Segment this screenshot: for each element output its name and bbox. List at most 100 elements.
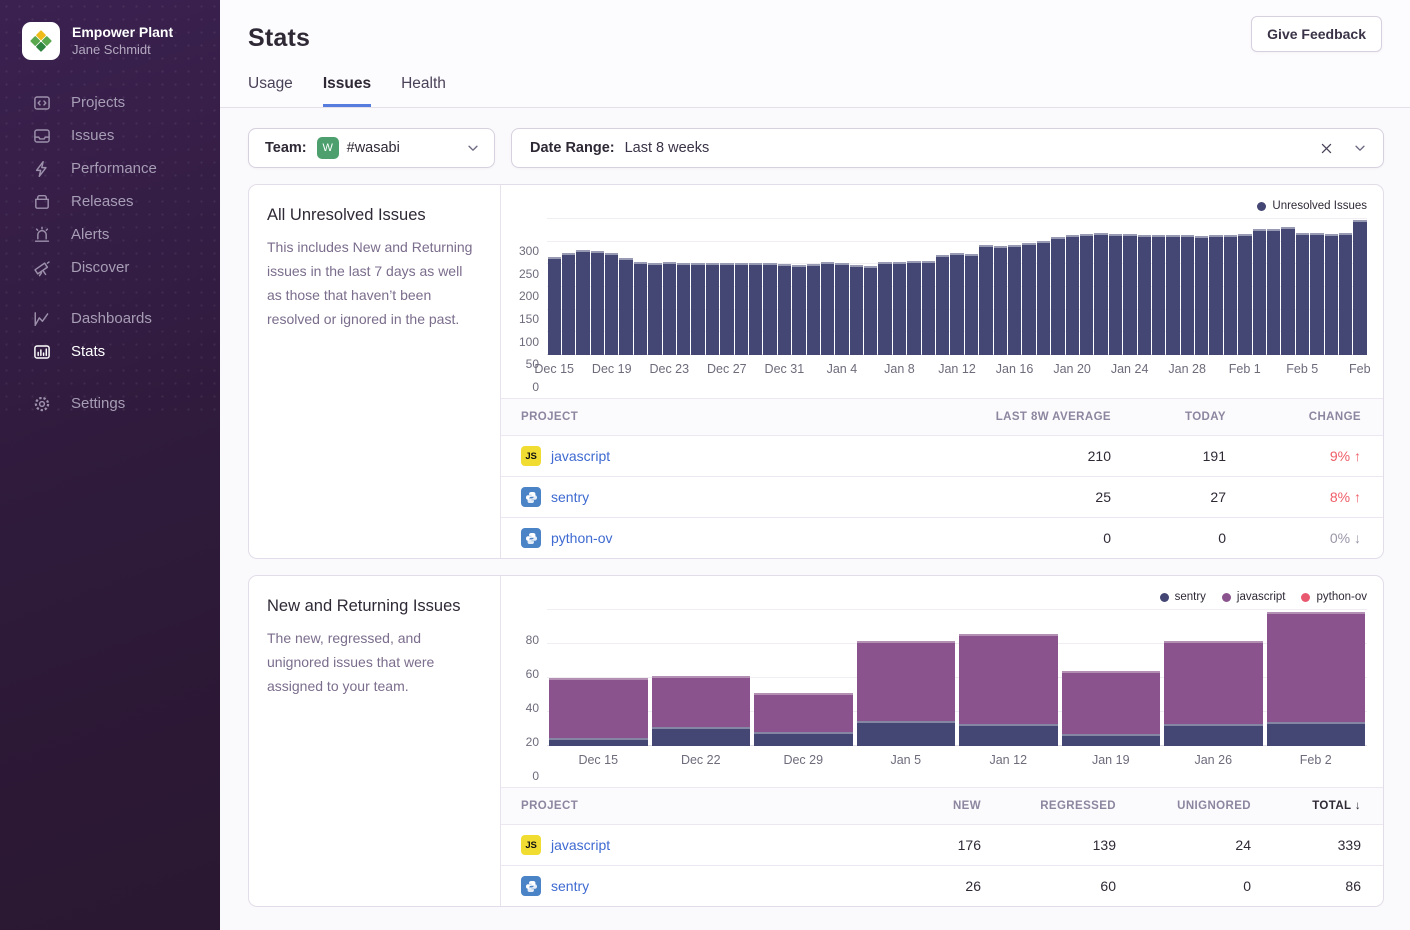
sidebar-item-alerts[interactable]: Alerts [0, 218, 220, 251]
clear-date-icon[interactable] [1320, 142, 1333, 155]
project-link[interactable]: python-ov [551, 530, 612, 546]
stacked-bar[interactable] [754, 693, 853, 746]
sidebar-item-issues[interactable]: Issues [0, 119, 220, 152]
stacked-bar[interactable] [1062, 671, 1161, 746]
sidebar-item-dashboards[interactable]: Dashboards [0, 302, 220, 335]
bar[interactable] [562, 253, 575, 355]
bar[interactable] [1281, 227, 1294, 355]
javascript-platform-icon: JS [521, 446, 541, 466]
bar[interactable] [821, 262, 834, 355]
org-switcher[interactable]: Empower Plant Jane Schmidt [0, 0, 220, 60]
bar[interactable] [706, 263, 719, 355]
sidebar-item-settings[interactable]: Settings [0, 387, 220, 420]
bar[interactable] [965, 254, 978, 355]
bar[interactable] [979, 245, 992, 355]
bar[interactable] [591, 251, 604, 355]
bar[interactable] [1224, 235, 1237, 355]
project-link[interactable]: sentry [551, 878, 589, 894]
team-select[interactable]: Team: W #wasabi [248, 128, 495, 168]
bar[interactable] [1037, 241, 1050, 355]
bar[interactable] [1022, 243, 1035, 355]
bar[interactable] [1066, 235, 1079, 355]
bar[interactable] [1325, 234, 1338, 355]
bar[interactable] [1209, 235, 1222, 355]
stacked-bar[interactable] [549, 678, 648, 746]
tab-health[interactable]: Health [401, 75, 446, 107]
bar[interactable] [548, 257, 561, 355]
bar[interactable] [1195, 236, 1208, 355]
project-link[interactable]: javascript [551, 837, 610, 853]
unresolved-issues-bar-chart[interactable]: 050100150200250300Dec 15Dec 19Dec 23Dec … [513, 219, 1367, 388]
tab-usage[interactable]: Usage [248, 75, 293, 107]
bar[interactable] [835, 263, 848, 355]
sidebar-item-releases[interactable]: Releases [0, 185, 220, 218]
bar[interactable] [648, 263, 661, 355]
panel-description: All Unresolved Issues This includes New … [249, 185, 501, 558]
chevron-down-icon[interactable] [1353, 141, 1367, 155]
bar[interactable] [619, 258, 632, 355]
sidebar-item-projects[interactable]: Projects [0, 86, 220, 119]
legend-item-python-ov: python-ov [1301, 591, 1367, 603]
bar[interactable] [1296, 233, 1309, 355]
bar[interactable] [663, 262, 676, 355]
project-link[interactable]: sentry [551, 489, 589, 505]
bar[interactable] [778, 264, 791, 355]
bar[interactable] [576, 250, 589, 355]
bar[interactable] [936, 255, 949, 355]
stacked-bar[interactable] [652, 676, 751, 746]
bar[interactable] [878, 262, 891, 355]
bar[interactable] [1109, 234, 1122, 355]
bar[interactable] [1267, 229, 1280, 355]
project-link[interactable]: javascript [551, 448, 610, 464]
bar[interactable] [950, 253, 963, 355]
bar[interactable] [1339, 233, 1352, 355]
bar[interactable] [922, 261, 935, 355]
bar[interactable] [691, 263, 704, 355]
bar[interactable] [1310, 233, 1323, 355]
bar[interactable] [1123, 234, 1136, 355]
bar[interactable] [1353, 220, 1366, 355]
panel-title: All Unresolved Issues [267, 206, 478, 225]
bar[interactable] [1253, 229, 1266, 355]
bar[interactable] [720, 263, 733, 355]
new-returning-stacked-bar-chart[interactable]: 020406080Dec 15Dec 22Dec 29Jan 5Jan 12Ja… [513, 610, 1367, 777]
bar[interactable] [907, 261, 920, 355]
date-range-select[interactable]: Date Range: Last 8 weeks [511, 128, 1384, 168]
bar[interactable] [677, 263, 690, 355]
bar[interactable] [634, 262, 647, 355]
sidebar-item-stats[interactable]: Stats [0, 335, 220, 368]
dashboards-icon [32, 309, 51, 328]
python-platform-icon [521, 487, 541, 507]
discover-icon [32, 258, 51, 277]
stacked-bar[interactable] [857, 641, 956, 746]
bar[interactable] [735, 263, 748, 355]
tab-issues[interactable]: Issues [323, 75, 371, 107]
bar[interactable] [807, 264, 820, 355]
bar[interactable] [1238, 234, 1251, 355]
settings-icon [32, 394, 51, 413]
bar[interactable] [1008, 245, 1021, 355]
bar[interactable] [893, 262, 906, 355]
stacked-bar[interactable] [959, 634, 1058, 746]
bar[interactable] [1080, 234, 1093, 355]
bar[interactable] [864, 266, 877, 355]
bar[interactable] [1138, 235, 1151, 355]
bar[interactable] [850, 265, 863, 355]
stacked-bar[interactable] [1164, 641, 1263, 746]
sidebar-item-discover[interactable]: Discover [0, 251, 220, 284]
bar[interactable] [605, 253, 618, 355]
sorted-column-header[interactable]: TOTAL ↓ [1273, 800, 1383, 812]
give-feedback-button[interactable]: Give Feedback [1251, 16, 1382, 52]
bar[interactable] [763, 263, 776, 355]
bar[interactable] [1181, 235, 1194, 355]
sidebar-item-performance[interactable]: Performance [0, 152, 220, 185]
stacked-bar[interactable] [1267, 612, 1366, 746]
stats-icon [32, 342, 51, 361]
bar[interactable] [994, 246, 1007, 355]
bar[interactable] [1166, 235, 1179, 355]
bar[interactable] [792, 265, 805, 355]
bar[interactable] [1152, 235, 1165, 355]
bar[interactable] [1094, 233, 1107, 355]
bar[interactable] [1051, 237, 1064, 355]
bar[interactable] [749, 263, 762, 355]
